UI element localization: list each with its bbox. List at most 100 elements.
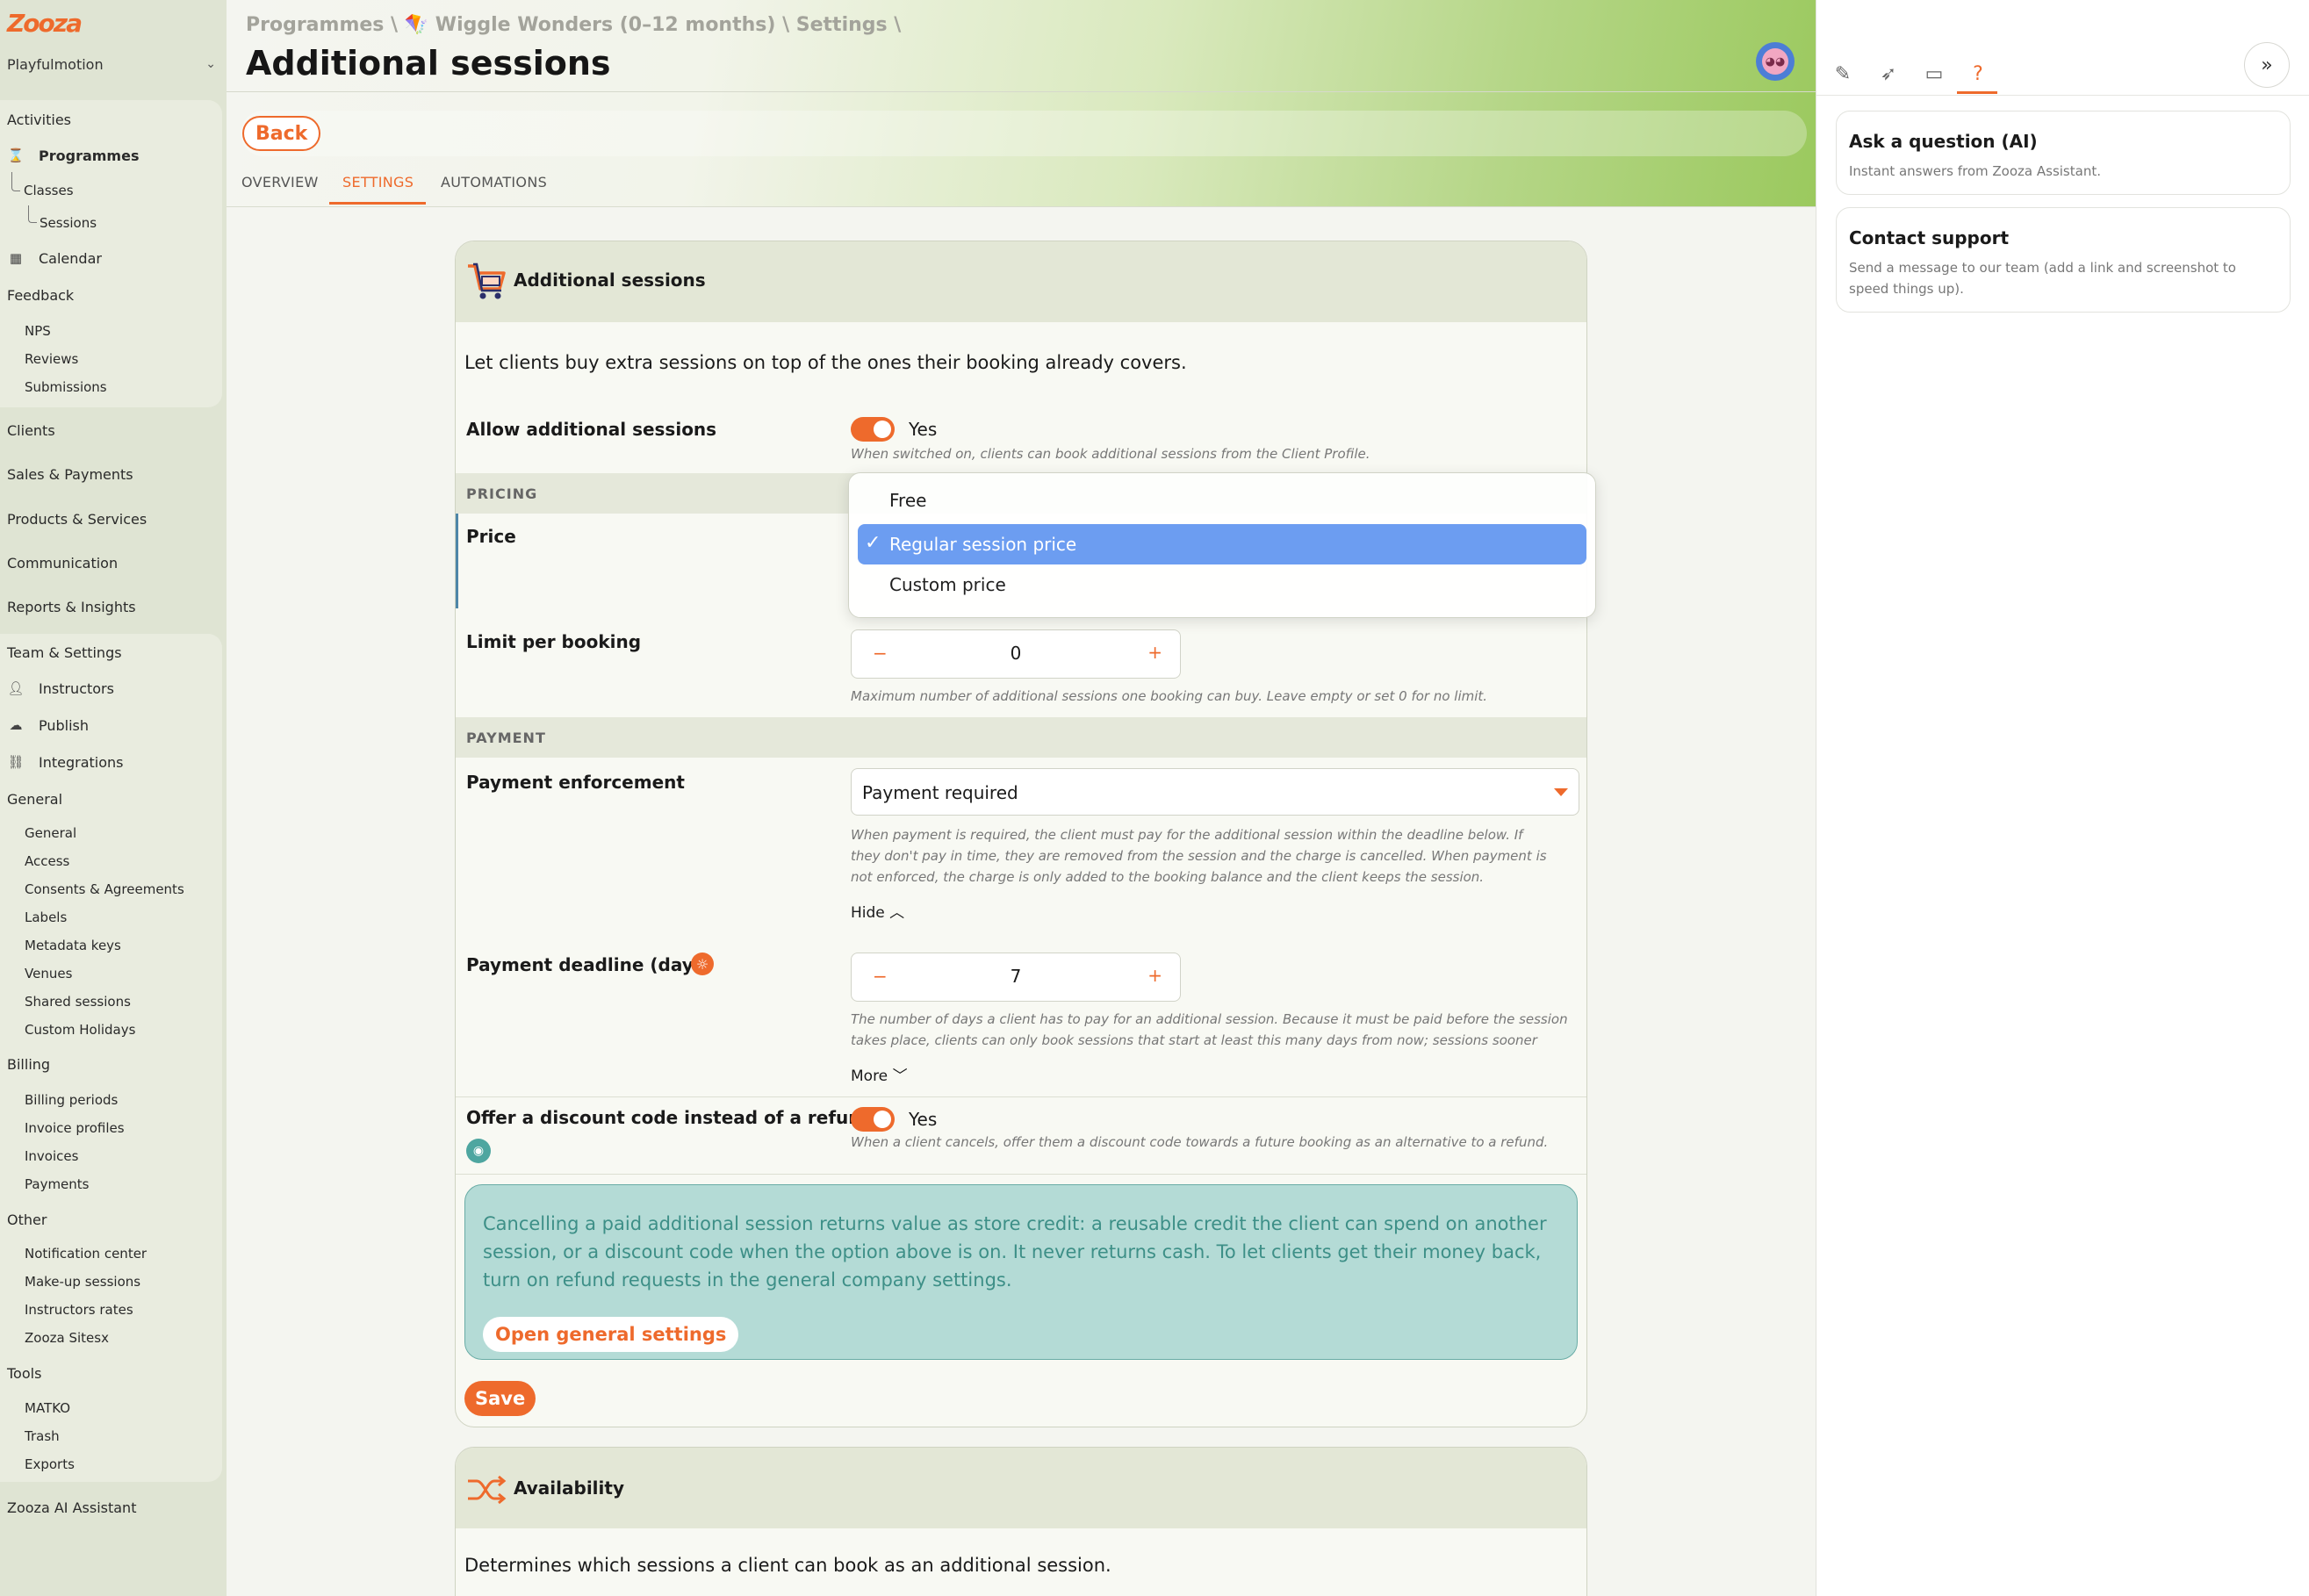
tab-overview[interactable]: OVERVIEW <box>241 174 319 191</box>
store-credit-info-text: Cancelling a paid additional session ret… <box>483 1213 1547 1290</box>
org-switcher[interactable]: Playfulmotion ⌄ <box>7 53 216 75</box>
tab-active-indicator <box>329 202 426 205</box>
discount-code-value: Yes <box>909 1109 938 1130</box>
sidebar-item-activities[interactable]: Activities <box>7 111 71 128</box>
question-icon[interactable]: ? <box>1966 61 1990 86</box>
back-button[interactable]: Back <box>242 116 321 151</box>
sidebar-item-custom-holidays[interactable]: Custom Holidays <box>25 1022 135 1038</box>
zooza-logo[interactable]: Zooza <box>7 9 83 40</box>
allow-additional-hint: When switched on, clients can book addit… <box>851 446 1370 462</box>
price-option-custom[interactable]: Custom price <box>858 564 1586 605</box>
sidebar-item-invoice-profiles[interactable]: Invoice profiles <box>25 1120 125 1136</box>
sidebar-item-venues[interactable]: Venues <box>25 966 72 981</box>
sidebar-item-feedback[interactable]: Feedback <box>7 287 74 304</box>
sidebar-item-classes[interactable]: Classes <box>24 183 74 198</box>
sidebar-item-products-services[interactable]: Products & Services <box>7 511 147 528</box>
sidebar-item-invoices[interactable]: Invoices <box>25 1148 78 1164</box>
payment-deadline-stepper[interactable]: − 7 + <box>851 953 1181 1002</box>
sidebar-item-reports-insights[interactable]: Reports & Insights <box>7 599 136 615</box>
eye-icon[interactable]: ◉ <box>466 1139 491 1163</box>
chevron-down-icon: ﹀ <box>892 1068 908 1085</box>
sidebar-item-nps[interactable]: NPS <box>25 323 51 339</box>
limit-per-booking-stepper[interactable]: − 0 + <box>851 629 1181 679</box>
sidebar-item-instructors[interactable]: Instructors <box>39 680 114 697</box>
caret-down-icon <box>1554 788 1568 796</box>
main-content: Programmes \ 🪁 Wiggle Wonders (0–12 mont… <box>227 0 1816 1596</box>
sidebar-item-labels[interactable]: Labels <box>25 909 67 925</box>
sun-icon[interactable]: ☼ <box>691 953 714 975</box>
ask-ai-card[interactable]: Ask a question (AI) Instant answers from… <box>1836 111 2291 195</box>
ticket-icon[interactable]: ▭ <box>1922 61 1946 86</box>
payment-deadline-label: Payment deadline (days) <box>466 954 712 975</box>
divider <box>456 1174 1586 1175</box>
sidebar-section-other: Other <box>7 1211 47 1228</box>
discount-code-hint: When a client cancels, offer them a disc… <box>851 1134 1549 1150</box>
sidebar-item-trash[interactable]: Trash <box>25 1428 60 1444</box>
link-icon: ⛓ <box>7 754 25 770</box>
sidebar-item-communication[interactable]: Communication <box>7 555 118 572</box>
price-option-regular[interactable]: ✓ Regular session price <box>858 524 1586 564</box>
cloud-upload-icon: ☁ <box>9 717 23 733</box>
sidebar-item-makeup-sessions[interactable]: Make-up sessions <box>25 1274 140 1290</box>
payment-enforcement-hint: When payment is required, the client mus… <box>851 827 1547 885</box>
sidebar-item-ai-assistant[interactable]: Zooza AI Assistant <box>7 1499 136 1516</box>
sidebar-item-reviews[interactable]: Reviews <box>25 351 78 367</box>
sidebar-item-calendar[interactable]: Calendar <box>39 250 102 267</box>
sidebar-item-programmes[interactable]: Programmes <box>39 147 139 164</box>
save-button[interactable]: Save <box>464 1381 536 1416</box>
sidebar-item-clients[interactable]: Clients <box>7 422 55 439</box>
tab-automations[interactable]: AUTOMATIONS <box>441 174 547 191</box>
sidebar-item-consents[interactable]: Consents & Agreements <box>25 881 184 897</box>
divider <box>1816 95 2309 96</box>
pencil-icon[interactable]: ✎ <box>1831 61 1855 86</box>
open-general-settings-button[interactable]: Open general settings <box>483 1317 739 1352</box>
tab-settings[interactable]: SETTINGS <box>342 174 414 191</box>
sidebar-item-instructors-rates[interactable]: Instructors rates <box>25 1302 133 1318</box>
collapse-panel-button[interactable]: » <box>2244 42 2290 88</box>
sidebar-item-metadata-keys[interactable]: Metadata keys <box>25 938 121 953</box>
price-option-free[interactable]: Free <box>858 480 1586 521</box>
sidebar-item-general[interactable]: General <box>25 825 76 841</box>
sidebar-item-matko[interactable]: MATKO <box>25 1400 70 1416</box>
sidebar-item-notification-center[interactable]: Notification center <box>25 1246 147 1262</box>
limit-per-booking-label: Limit per booking <box>466 631 642 652</box>
sidebar-item-payments[interactable]: Payments <box>25 1176 89 1192</box>
sidebar-item-team-settings[interactable]: Team & Settings <box>7 644 122 661</box>
divider <box>456 1096 1586 1097</box>
payment-enforcement-select[interactable]: Payment required <box>851 768 1579 816</box>
breadcrumb[interactable]: Programmes \ 🪁 Wiggle Wonders (0–12 mont… <box>246 14 901 36</box>
contact-support-card[interactable]: Contact support Send a message to our te… <box>1836 207 2291 313</box>
more-toggle[interactable]: More ﹀ <box>851 1063 908 1085</box>
sidebar-item-sales-payments[interactable]: Sales & Payments <box>7 466 133 483</box>
sidebar-item-publish[interactable]: Publish <box>39 717 89 734</box>
card-header: Availability <box>456 1448 1586 1528</box>
sidebar-item-shared-sessions[interactable]: Shared sessions <box>25 994 131 1010</box>
rocket-icon[interactable]: ➶ <box>1876 61 1901 86</box>
sidebar-item-billing-periods[interactable]: Billing periods <box>25 1092 118 1108</box>
discount-code-toggle[interactable] <box>851 1107 895 1132</box>
tree-line <box>11 172 20 191</box>
payment-deadline-hint: The number of days a client has to pay f… <box>851 1011 1568 1048</box>
limit-per-booking-value[interactable]: 0 <box>852 643 1180 664</box>
increment-button[interactable]: + <box>1147 965 1162 986</box>
sidebar-item-integrations[interactable]: Integrations <box>39 754 124 771</box>
avatar[interactable]: ◕◕ <box>1756 42 1795 81</box>
help-panel: ✎ ➶ ▭ ? » Ask a question (AI) Instant an… <box>1816 0 2309 1596</box>
allow-additional-value: Yes <box>909 419 938 440</box>
divider <box>227 91 1816 92</box>
sidebar-item-sessions[interactable]: Sessions <box>40 215 97 231</box>
sidebar-item-exports[interactable]: Exports <box>25 1456 75 1472</box>
contact-support-desc: Send a message to our team (add a link a… <box>1849 260 2236 297</box>
sidebar-item-zooza-sitesx[interactable]: Zooza Sitesx <box>25 1330 109 1346</box>
allow-additional-toggle[interactable] <box>851 417 895 442</box>
payment-deadline-value[interactable]: 7 <box>852 966 1180 987</box>
divider <box>227 206 1816 207</box>
contact-support-title: Contact support <box>1849 227 2010 248</box>
page-title: Additional sessions <box>246 44 611 83</box>
hide-toggle[interactable]: Hide ︿ <box>851 900 904 922</box>
payment-enforcement-value: Payment required <box>862 782 1018 803</box>
sidebar-item-access[interactable]: Access <box>25 853 69 869</box>
increment-button[interactable]: + <box>1147 642 1162 663</box>
sidebar-item-submissions[interactable]: Submissions <box>25 379 107 395</box>
card-title: Additional sessions <box>514 270 706 291</box>
